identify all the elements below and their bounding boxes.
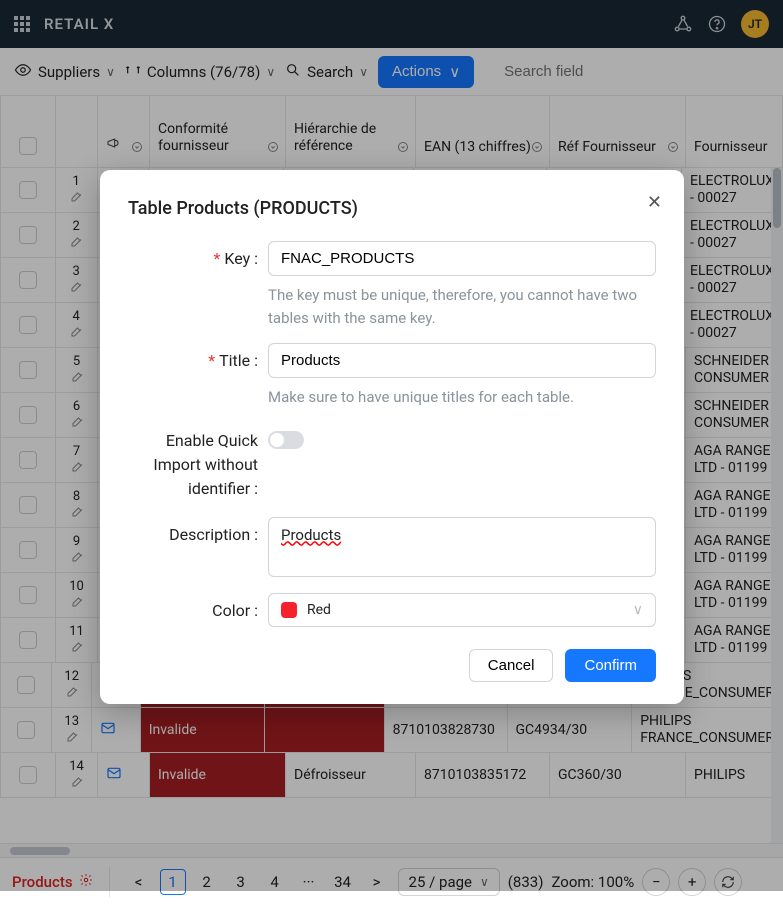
key-help-text: The key must be unique, therefore, you c… xyxy=(268,284,656,329)
quick-import-toggle[interactable] xyxy=(268,431,304,449)
title-label: *Title : xyxy=(128,343,258,409)
description-textarea[interactable]: Products xyxy=(268,517,656,577)
color-label: Color : xyxy=(128,593,258,627)
key-input[interactable] xyxy=(268,241,656,276)
confirm-button[interactable]: Confirm xyxy=(565,649,656,682)
description-label: Description : xyxy=(128,517,258,577)
cancel-button[interactable]: Cancel xyxy=(469,649,554,682)
close-icon[interactable]: ✕ xyxy=(647,192,662,213)
color-swatch-icon xyxy=(281,602,297,618)
color-value: Red xyxy=(307,602,331,618)
table-edit-modal: ✕ Table Products (PRODUCTS) *Key : The k… xyxy=(100,170,684,704)
quick-import-label: Enable Quick Import without identifier : xyxy=(128,427,258,501)
modal-title: Table Products (PRODUCTS) xyxy=(128,198,656,219)
title-input[interactable] xyxy=(268,343,656,378)
chevron-down-icon: ∨ xyxy=(633,602,643,618)
title-help-text: Make sure to have unique titles for each… xyxy=(268,386,656,409)
key-label: *Key : xyxy=(128,241,258,329)
color-select[interactable]: Red ∨ xyxy=(268,593,656,627)
